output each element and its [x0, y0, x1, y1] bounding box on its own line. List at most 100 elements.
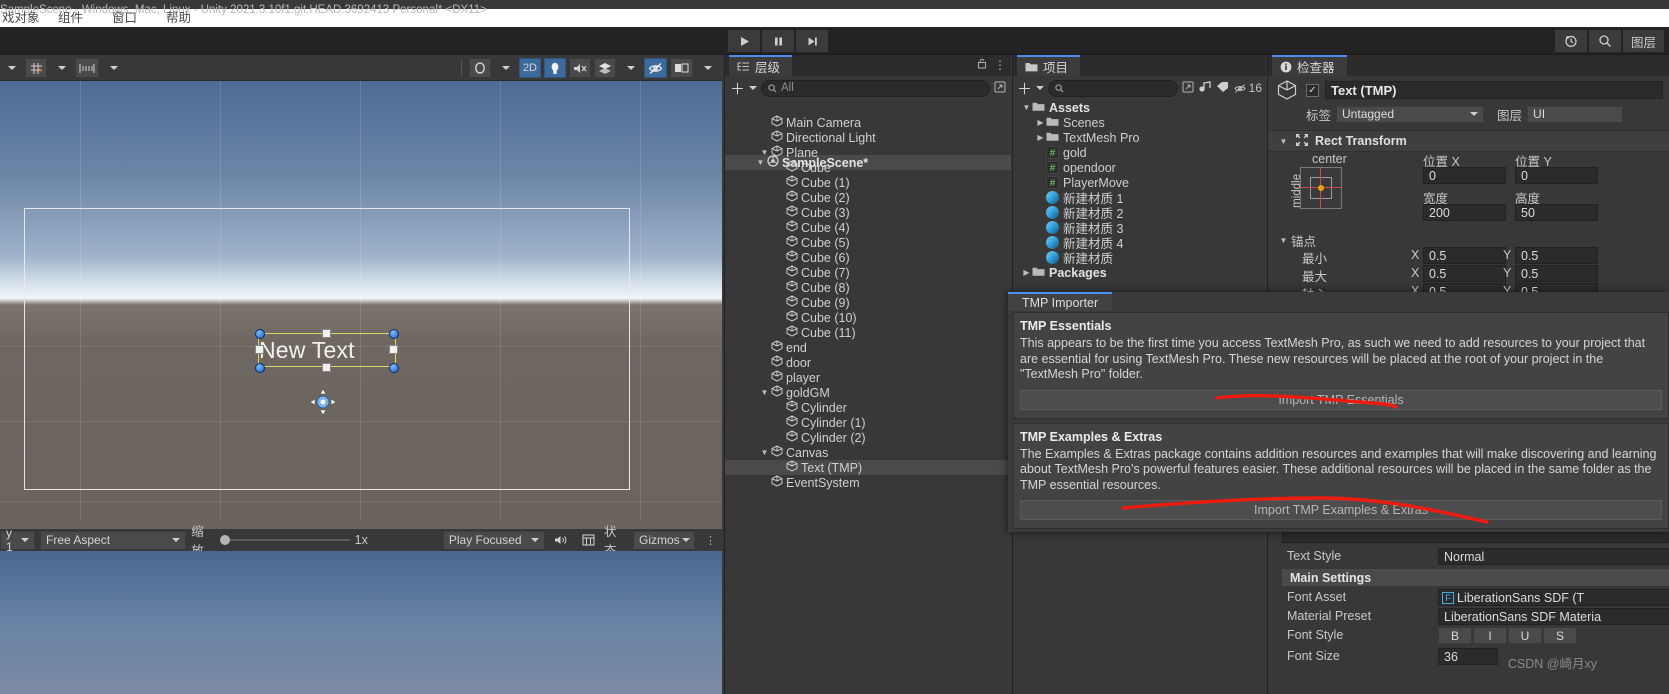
chevron-right-icon[interactable]: ▶ [1035, 133, 1046, 142]
hidden-packages-count[interactable]: 16 [1233, 81, 1262, 95]
grid-snap-icon[interactable] [25, 58, 47, 78]
tag-dropdown[interactable]: Untagged [1336, 105, 1485, 123]
audio-mute-icon[interactable] [569, 58, 591, 78]
project-search-input[interactable] [1048, 79, 1178, 97]
aspect-dropdown[interactable]: Free Aspect [40, 530, 187, 550]
hierarchy-item-end[interactable]: end [725, 340, 1011, 355]
anchor-max-x-field[interactable]: 0.5 [1423, 265, 1506, 282]
project-expand-icon[interactable] [1182, 81, 1194, 96]
hierarchy-item-cube-5-[interactable]: Cube (5) [725, 235, 1011, 250]
hierarchy-item-cylinder[interactable]: Cylinder [725, 400, 1011, 415]
lock-icon[interactable] [977, 58, 987, 72]
hierarchy-item-text-tmp-[interactable]: Text (TMP) [725, 460, 1011, 475]
project-item-新建材质-3[interactable]: 新建材质 3 [1013, 220, 1266, 236]
rect-corner-handle[interactable] [255, 329, 265, 339]
font-size-field[interactable]: 36 [1438, 648, 1498, 665]
anchor-min-x-field[interactable]: 0.5 [1423, 247, 1506, 264]
height-field[interactable]: 50 [1515, 204, 1598, 221]
shading-mode-dropdown-icon[interactable] [494, 58, 516, 78]
rect-corner-handle[interactable] [389, 329, 399, 339]
hierarchy-item-cube-6-[interactable]: Cube (6) [725, 250, 1011, 265]
pivot-dropdown-icon[interactable] [0, 58, 22, 78]
hierarchy-item-cube-9-[interactable]: Cube (9) [725, 295, 1011, 310]
rect-edge-handle[interactable] [322, 363, 331, 372]
hierarchy-item-cube-10-[interactable]: Cube (10) [725, 310, 1011, 325]
rect-edge-handle[interactable] [322, 329, 331, 338]
project-item-opendoor[interactable]: # opendoor [1013, 160, 1266, 175]
gameobject-name-field[interactable]: Text (TMP) [1325, 81, 1663, 99]
scene-viewport[interactable]: New Text [0, 81, 722, 520]
rect-edge-handle[interactable] [255, 345, 264, 354]
stats-icon[interactable] [577, 530, 599, 550]
rect-edge-handle[interactable] [389, 345, 398, 354]
material-preset-dropdown[interactable]: LiberationSans SDF Materia [1438, 608, 1669, 625]
font-style-s-button[interactable]: S [1543, 627, 1577, 644]
play-button[interactable] [728, 30, 760, 52]
tab-project[interactable]: 项目 [1017, 55, 1081, 76]
rect-corner-handle[interactable] [389, 363, 399, 373]
rect-corner-handle[interactable] [255, 363, 265, 373]
pos-y-field[interactable]: 0 [1515, 167, 1598, 184]
hierarchy-item-directional-light[interactable]: Directional Light [725, 130, 1011, 145]
label-filter-icon[interactable] [1216, 81, 1229, 96]
font-style-i-button[interactable]: I [1473, 627, 1507, 644]
step-button[interactable] [796, 30, 828, 52]
hierarchy-item-cube-11-[interactable]: Cube (11) [725, 325, 1011, 340]
hierarchy-item-player[interactable]: player [725, 370, 1011, 385]
project-item-gold[interactable]: # gold [1013, 145, 1266, 160]
mute-audio-icon[interactable] [550, 530, 572, 550]
snap-increment-dropdown-icon[interactable] [102, 58, 124, 78]
menu-item-2[interactable]: 窗口 [112, 9, 137, 27]
tab-hierarchy[interactable]: 层级 [729, 55, 793, 76]
layers-dropdown[interactable]: 图层 [1622, 30, 1664, 52]
move-tool-gizmo[interactable] [309, 388, 337, 416]
scene-visibility-icon[interactable] [644, 58, 667, 78]
menu-item-1[interactable]: 组件 [58, 9, 83, 27]
hierarchy-item-cube-3-[interactable]: Cube (3) [725, 205, 1011, 220]
chevron-down-icon[interactable]: ▼ [1278, 236, 1289, 245]
width-field[interactable]: 200 [1423, 204, 1506, 221]
project-item-Assets[interactable]: ▼ Assets [1013, 100, 1266, 115]
rect-transform-header[interactable]: ▼ Rect Transform [1268, 130, 1669, 152]
font-style-u-button[interactable]: U [1508, 627, 1542, 644]
layer-dropdown[interactable]: UI [1527, 105, 1624, 123]
add-gameobject-button[interactable]: ＋ [730, 78, 758, 99]
menu-item-0[interactable]: 戏对象 [2, 9, 40, 27]
gameobject-enabled-checkbox[interactable]: ✓ [1306, 83, 1319, 97]
text-style-dropdown[interactable]: Normal [1438, 548, 1669, 565]
hierarchy-item-eventsystem[interactable]: EventSystem [725, 475, 1011, 490]
import-tmp-extras-button[interactable]: Import TMP Examples & Extras [1020, 500, 1662, 520]
anchor-preset-widget[interactable] [1300, 167, 1342, 209]
tab-inspector[interactable]: 检查器 [1272, 55, 1347, 76]
chevron-down-icon[interactable]: ▼ [1278, 137, 1289, 146]
hierarchy-expand-icon[interactable] [994, 81, 1006, 96]
toggle-2d-button[interactable]: 2D [518, 58, 541, 78]
game-render-area[interactable] [0, 551, 722, 694]
project-item-新建材质-1[interactable]: 新建材质 1 [1013, 190, 1266, 206]
camera-gizmo-dropdown-icon[interactable] [696, 58, 718, 78]
pause-button[interactable] [762, 30, 794, 52]
panel-menu-icon[interactable]: ⋮ [994, 58, 1006, 72]
hierarchy-item-goldgm[interactable]: ▼ goldGM [725, 385, 1011, 400]
chevron-down-icon[interactable]: ▼ [759, 448, 770, 457]
hierarchy-item-cube-1-[interactable]: Cube (1) [725, 175, 1011, 190]
chevron-right-icon[interactable]: ▶ [1035, 118, 1046, 127]
project-item-PlayerMove[interactable]: # PlayerMove [1013, 175, 1266, 190]
hierarchy-item-canvas[interactable]: ▼ Canvas [725, 445, 1011, 460]
hierarchy-item-cube-7-[interactable]: Cube (7) [725, 265, 1011, 280]
anchor-min-y-field[interactable]: 0.5 [1515, 247, 1598, 264]
hierarchy-item-cube-8-[interactable]: Cube (8) [725, 280, 1011, 295]
pos-x-field[interactable]: 0 [1423, 167, 1506, 184]
project-item-新建材质-4[interactable]: 新建材质 4 [1013, 235, 1266, 251]
project-item-新建材质[interactable]: 新建材质 [1013, 250, 1266, 266]
play-mode-dropdown[interactable]: Play Focused [442, 530, 545, 550]
hierarchy-item-main-camera[interactable]: Main Camera [725, 115, 1011, 130]
project-item-新建材质-2[interactable]: 新建材质 2 [1013, 205, 1266, 221]
shading-mode-icon[interactable] [468, 58, 491, 78]
chevron-right-icon[interactable]: ▶ [1021, 268, 1032, 277]
hierarchy-item-cylinder-2-[interactable]: Cylinder (2) [725, 430, 1011, 445]
hierarchy-item-plane[interactable]: ▼ Plane [725, 145, 1011, 160]
search-icon[interactable] [1588, 30, 1621, 52]
hierarchy-item-cube[interactable]: Cube [725, 160, 1011, 175]
lighting-icon[interactable] [544, 58, 566, 78]
